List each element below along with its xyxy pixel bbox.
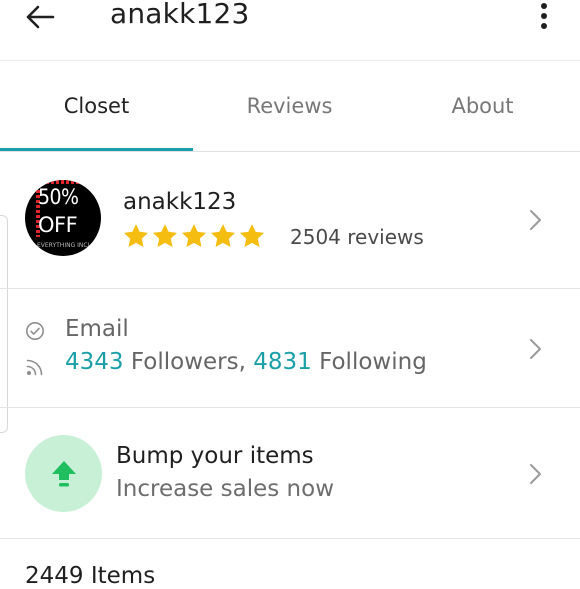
social-row[interactable] (0, 289, 580, 407)
avatar[interactable]: 50% OFF EVERYTHING INCL (25, 180, 101, 256)
check-circle-icon (26, 322, 44, 340)
following-label: Following (311, 349, 427, 375)
active-tab-indicator (0, 148, 193, 151)
rating-stars (122, 222, 266, 250)
following-count[interactable]: 4831 (253, 349, 312, 375)
chevron-right-icon[interactable] (526, 208, 544, 232)
chevron-right-icon[interactable] (526, 337, 544, 361)
bump-subtitle: Increase sales now (116, 476, 335, 502)
page-title: anakk123 (110, 0, 250, 30)
profile-tabs: Closet Reviews About (0, 61, 580, 152)
star-icon (181, 224, 207, 247)
more-vertical-icon (541, 3, 547, 29)
chevron-right-icon[interactable] (526, 462, 544, 486)
star-icon (152, 224, 178, 247)
star-icon (239, 224, 265, 247)
tab-about[interactable]: About (386, 61, 579, 151)
section-divider (0, 538, 580, 539)
review-count[interactable]: 2504 reviews (290, 225, 424, 249)
avatar-small-text: EVERYTHING INCL (37, 242, 91, 249)
bump-title: Bump your items (116, 443, 314, 469)
more-options-button[interactable] (532, 0, 556, 32)
avatar-text-percent: 50% (38, 185, 79, 209)
star-icon (123, 224, 149, 247)
tab-closet[interactable]: Closet (0, 61, 193, 151)
followers-count[interactable]: 4343 (65, 349, 124, 375)
rss-feed-icon (26, 359, 43, 376)
top-app-bar: anakk123 (0, 0, 580, 61)
items-count: 2449 Items (25, 563, 156, 589)
avatar-decoration (41, 180, 81, 184)
email-verified-label: Email (65, 316, 129, 342)
star-icon (210, 224, 236, 247)
avatar-text-off: OFF (38, 213, 78, 237)
arrow-left-icon (26, 5, 55, 29)
tab-reviews[interactable]: Reviews (193, 61, 386, 151)
followers-label: Followers, (123, 349, 254, 375)
bump-icon-badge (25, 435, 102, 512)
arrow-up-icon (51, 460, 76, 486)
back-button[interactable] (22, 0, 58, 34)
profile-username: anakk123 (123, 189, 237, 215)
followers-following[interactable]: 4343 Followers, 4831 Following (65, 349, 427, 375)
